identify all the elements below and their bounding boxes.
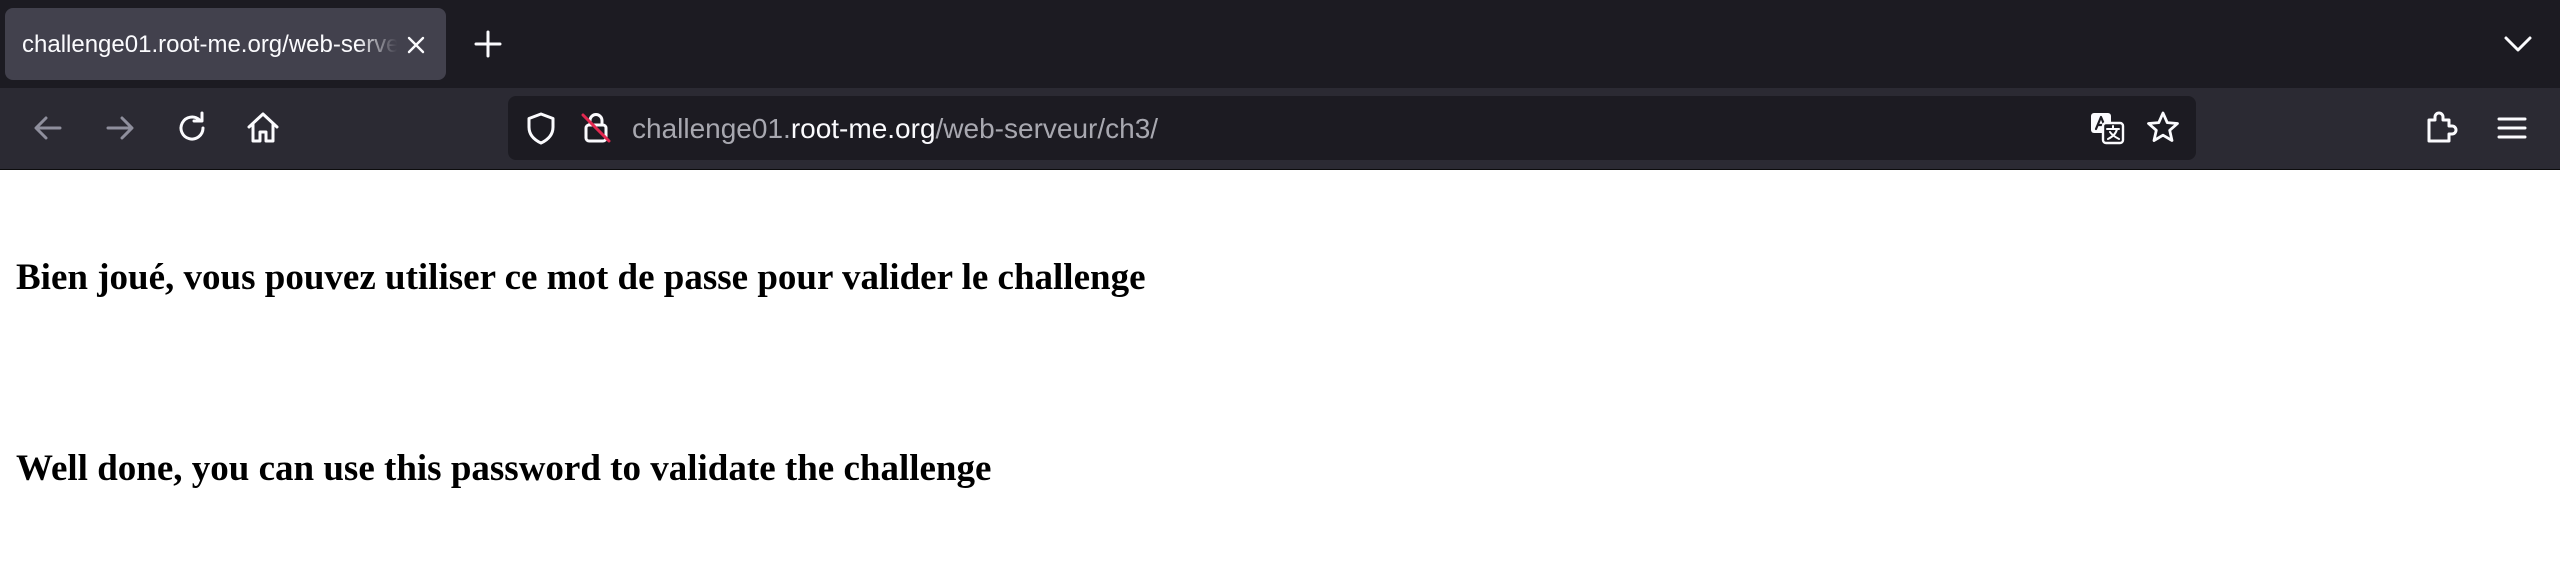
shield-icon[interactable]	[522, 109, 560, 147]
url-domain: root-me.org	[790, 113, 936, 144]
reload-icon[interactable]	[172, 108, 212, 148]
heading-english: Well done, you can use this password to …	[16, 448, 992, 489]
url-text[interactable]: challenge01.root-me.org/web-serveur/ch3/	[632, 113, 1158, 145]
star-icon[interactable]	[2144, 109, 2182, 147]
plus-icon[interactable]	[470, 26, 506, 62]
forward-arrow-icon[interactable]	[100, 108, 140, 148]
insecure-lock-icon[interactable]	[577, 109, 615, 147]
heading-french: Bien joué, vous pouvez utiliser ce mot d…	[16, 257, 1146, 298]
active-tab[interactable]: challenge01.root-me.org/web-serveur/ch3/	[5, 8, 446, 80]
nav-toolbar: challenge01.root-me.org/web-serveur/ch3/	[0, 88, 2560, 170]
chevron-down-icon[interactable]	[2500, 28, 2536, 60]
url-bar[interactable]: challenge01.root-me.org/web-serveur/ch3/	[508, 96, 2196, 160]
page-content: Bien joué, vous pouvez utiliser ce mot d…	[0, 170, 2560, 584]
hamburger-menu-icon[interactable]	[2492, 108, 2532, 148]
url-path: /web-serveur/ch3/	[935, 113, 1159, 144]
close-icon[interactable]	[404, 33, 428, 57]
back-arrow-icon[interactable]	[28, 108, 68, 148]
home-icon[interactable]	[243, 108, 283, 148]
url-subdomain: challenge01.	[632, 113, 791, 144]
tab-strip: challenge01.root-me.org/web-serveur/ch3/	[0, 0, 2560, 88]
tab-title: challenge01.root-me.org/web-serveur/ch3/	[22, 31, 397, 59]
puzzle-icon[interactable]	[2420, 108, 2460, 148]
translate-icon[interactable]	[2088, 109, 2126, 147]
